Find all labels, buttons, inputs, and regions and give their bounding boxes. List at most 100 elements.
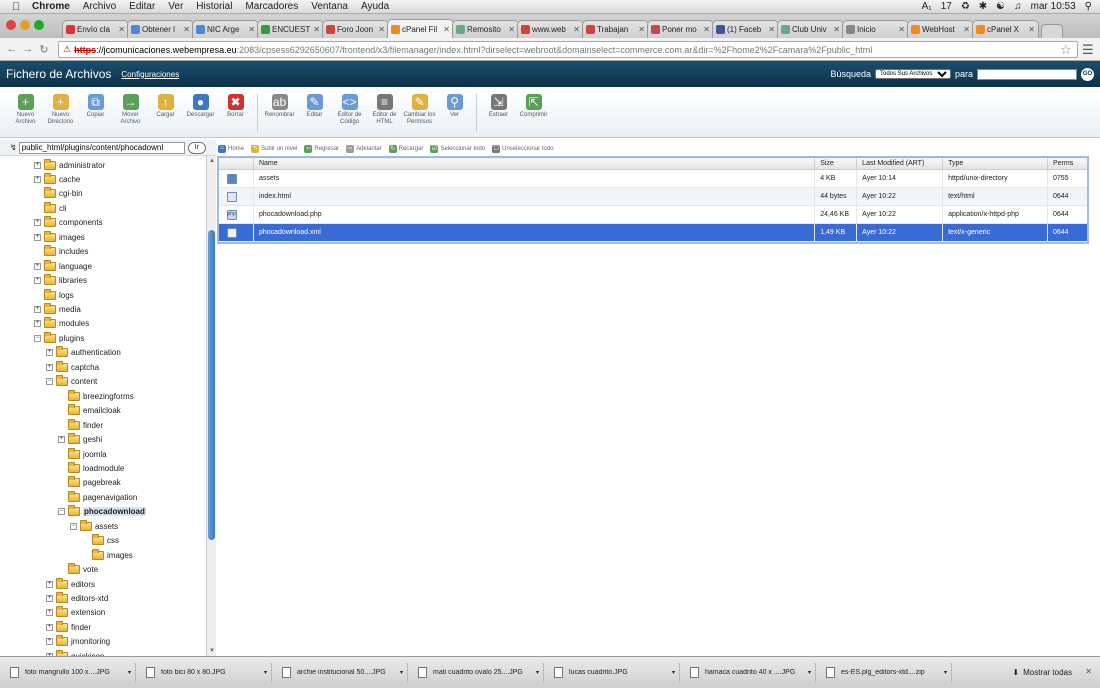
- tab-close-icon[interactable]: ✕: [638, 25, 645, 34]
- tree-node[interactable]: − phocadownload: [58, 505, 146, 519]
- expand-icon[interactable]: +: [46, 363, 53, 371]
- clock[interactable]: mar 10:53: [1031, 1, 1076, 12]
- tree-node[interactable]: logs: [34, 288, 74, 302]
- toolbar-button-extract[interactable]: ⇲ Extraer: [481, 87, 516, 137]
- browser-tab[interactable]: Envío cla ✕: [62, 20, 129, 38]
- expand-icon[interactable]: +: [46, 638, 53, 646]
- sync-icon[interactable]: ♻: [961, 1, 970, 12]
- tree-node[interactable]: + extension: [46, 606, 105, 620]
- tree-node[interactable]: − plugins: [34, 331, 84, 345]
- adobe-icon[interactable]: A₁: [922, 1, 932, 12]
- table-row[interactable]: index.html 44 bytes Ayer 10:22 text/html 064…: [218, 187, 1089, 206]
- expand-icon[interactable]: +: [34, 233, 41, 241]
- browser-tab[interactable]: Foro Joon ✕: [322, 20, 389, 38]
- scroll-up-icon[interactable]: ▲: [208, 158, 216, 164]
- close-downloads-icon[interactable]: ✕: [1085, 667, 1092, 676]
- browser-tab[interactable]: Remosito ✕: [452, 20, 519, 38]
- toolbar-button-html-editor[interactable]: ≡ Editor de HTML: [367, 87, 402, 137]
- menu-ver[interactable]: Ver: [168, 1, 183, 12]
- download-item[interactable]: foto bici 80 x 80.JPG ▾: [136, 662, 272, 683]
- tree-node[interactable]: cgi-bin: [34, 187, 83, 201]
- tab-close-icon[interactable]: ✕: [378, 25, 385, 34]
- toolbar-button-upload[interactable]: ↑ Cargar: [148, 87, 183, 137]
- tree-node[interactable]: joomla: [58, 447, 107, 461]
- tree-node[interactable]: vote: [58, 563, 98, 577]
- menu-archivo[interactable]: Archivo: [83, 1, 116, 12]
- tree-node[interactable]: + captcha: [46, 360, 99, 374]
- tree-node[interactable]: pagebreak: [58, 476, 121, 490]
- download-item[interactable]: foto mangrullo 100 x....JPG ▾: [0, 662, 136, 683]
- tab-close-icon[interactable]: ✕: [833, 25, 840, 34]
- browser-tab[interactable]: WebHost ✕: [907, 20, 974, 38]
- toolbar-button-move[interactable]: → Mover Archivo: [113, 87, 148, 137]
- dropdown-arrow-icon[interactable]: ▾: [808, 669, 811, 676]
- download-item[interactable]: mati cuadrito ovalo 25....JPG ▾: [408, 662, 544, 683]
- toolbar-button-edit[interactable]: ✎ Editar: [297, 87, 332, 137]
- expand-icon[interactable]: +: [46, 595, 53, 602]
- expand-icon[interactable]: +: [34, 277, 41, 285]
- dropdown-arrow-icon[interactable]: ▾: [944, 669, 947, 676]
- tree-node[interactable]: + finder: [46, 620, 91, 634]
- browser-tab[interactable]: NIC Arge ✕: [192, 20, 259, 38]
- toolbar-button-delete[interactable]: ✖ Borrar: [218, 87, 253, 137]
- search-scope-select[interactable]: Todos Sus Archivos: [874, 69, 951, 79]
- tree-node[interactable]: + libraries: [34, 274, 87, 288]
- browser-tab[interactable]: Obtener l ✕: [127, 20, 194, 38]
- action-3[interactable]: ⇨ Adelantar: [346, 145, 382, 153]
- toolbar-button-permissions[interactable]: ✎ Cambiar los Permisos: [402, 87, 437, 137]
- back-arrow-icon[interactable]: ←: [4, 43, 20, 55]
- scroll-down-icon[interactable]: ▼: [208, 648, 216, 654]
- tab-close-icon[interactable]: ✕: [963, 25, 970, 34]
- tab-close-icon[interactable]: ✕: [1028, 25, 1035, 34]
- tab-close-icon[interactable]: ✕: [313, 25, 320, 34]
- tree-node[interactable]: − assets: [70, 519, 118, 533]
- menu-editar[interactable]: Editar: [129, 1, 155, 12]
- toolbar-button-new-file[interactable]: + Nuevo Archivo: [8, 87, 43, 137]
- expand-icon[interactable]: +: [46, 623, 53, 631]
- spotlight-icon[interactable]: ⚲: [1085, 1, 1092, 12]
- col-modified[interactable]: Last Modified (ART): [856, 157, 944, 170]
- address-bar[interactable]: ⚠ https ://jcomunicaciones.webempresa.eu…: [58, 41, 1078, 58]
- action-2[interactable]: ⇦ Regresar: [304, 145, 339, 153]
- tab-close-icon[interactable]: ✕: [443, 25, 450, 34]
- action-1[interactable]: ↰ Subir un nivel: [251, 145, 297, 153]
- search-input[interactable]: [977, 68, 1077, 80]
- collapse-icon[interactable]: −: [34, 334, 41, 342]
- menu-historial[interactable]: Historial: [196, 1, 232, 12]
- expand-icon[interactable]: +: [58, 436, 65, 444]
- tree-node[interactable]: + images: [34, 230, 85, 244]
- wifi-icon[interactable]: ☯: [996, 1, 1005, 12]
- toolbar-button-compress[interactable]: ⇱ Comprimir: [516, 87, 551, 137]
- menu-ayuda[interactable]: Ayuda: [361, 1, 389, 12]
- tab-close-icon[interactable]: ✕: [508, 25, 515, 34]
- col-icon[interactable]: [218, 157, 254, 170]
- tree-node[interactable]: + language: [34, 259, 92, 273]
- action-0[interactable]: ⌂ Home: [218, 145, 244, 153]
- toolbar-button-download[interactable]: ● Descargar: [183, 87, 218, 137]
- toolbar-button-copy[interactable]: ⧉ Copiar: [78, 87, 113, 137]
- expand-icon[interactable]: +: [34, 320, 41, 328]
- tree-node[interactable]: − content: [46, 375, 97, 389]
- settings-link[interactable]: Configuraciones: [121, 70, 179, 79]
- expand-icon[interactable]: +: [46, 349, 53, 357]
- download-item[interactable]: archie institucional 50....JPG ▾: [272, 662, 408, 683]
- tree-node[interactable]: emailcloak: [58, 404, 121, 418]
- tree-node[interactable]: breezingforms: [58, 389, 134, 403]
- col-size[interactable]: Size: [814, 157, 858, 170]
- zoom-window-icon[interactable]: [34, 20, 44, 30]
- browser-tab[interactable]: www.web ✕: [517, 20, 584, 38]
- table-row[interactable]: assets 4 KB Ayer 10:14 httpd/unix-directory…: [218, 169, 1089, 188]
- minimize-window-icon[interactable]: [20, 20, 30, 30]
- tree-node[interactable]: + jmonitoring: [46, 635, 110, 649]
- menu-marcadores[interactable]: Marcadores: [245, 1, 298, 12]
- dropdown-arrow-icon[interactable]: ▾: [400, 669, 403, 676]
- download-item[interactable]: es-ES.plg_editors-xtd....zip ▾: [816, 662, 952, 683]
- tab-close-icon[interactable]: ✕: [183, 25, 190, 34]
- expand-icon[interactable]: +: [46, 609, 53, 617]
- tab-close-icon[interactable]: ✕: [118, 25, 125, 34]
- collapse-icon[interactable]: −: [58, 508, 65, 516]
- tree-node[interactable]: images: [82, 548, 133, 562]
- apple-icon[interactable]: : [12, 1, 26, 13]
- action-5[interactable]: ☑ Seleccionar todo: [430, 145, 485, 153]
- expand-icon[interactable]: +: [34, 219, 41, 227]
